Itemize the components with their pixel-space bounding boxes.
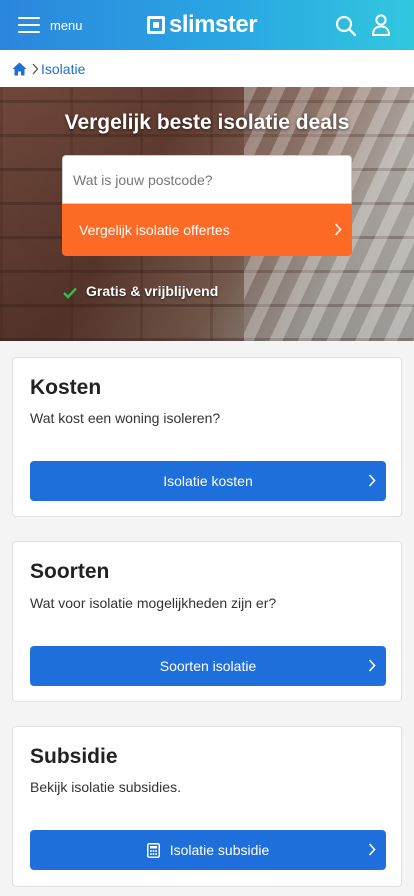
hero-section: Vergelijk beste isolatie deals Vergelijk… [0, 87, 414, 341]
button-label: Isolatie kosten [163, 473, 253, 489]
logo-text: slimster [169, 11, 258, 38]
slimster-logo[interactable]: slimster [147, 11, 258, 38]
card-soorten: Soorten Wat voor isolatie mogelijkheden … [12, 541, 402, 702]
home-icon[interactable] [12, 62, 27, 76]
breadcrumb-current[interactable]: Isolatie [41, 61, 85, 77]
compare-offers-label: Vergelijk isolatie offertes [79, 222, 230, 238]
card-description: Wat kost een woning isoleren? [30, 410, 221, 426]
menu-label: menu [50, 17, 83, 33]
chevron-right-icon [32, 63, 39, 74]
breadcrumb: Isolatie [0, 50, 414, 87]
hamburger-icon [18, 17, 40, 33]
check-icon [63, 287, 77, 299]
logo-mark-icon [147, 16, 165, 34]
free-note: Gratis & vrijblijvend [63, 283, 218, 299]
calculator-icon [146, 842, 160, 858]
button-label: Soorten isolatie [159, 658, 257, 674]
card-subsidie: Subsidie Bekijk isolatie subsidies. Isol… [12, 726, 402, 887]
isolatie-subsidie-button[interactable]: Isolatie subsidie [30, 830, 386, 870]
postcode-input[interactable] [62, 155, 352, 204]
card-title: Subsidie [30, 745, 118, 768]
search-icon[interactable] [335, 15, 357, 37]
chevron-right-icon [368, 474, 376, 487]
isolatie-kosten-button[interactable]: Isolatie kosten [30, 461, 386, 501]
menu-button[interactable]: menu [18, 14, 83, 36]
free-note-text: Gratis & vrijblijvend [86, 283, 219, 299]
card-title: Soorten [30, 560, 110, 583]
card-description: Wat voor isolatie mogelijkheden zijn er? [30, 595, 277, 611]
chevron-right-icon [368, 659, 376, 672]
button-label: Isolatie subsidie [169, 842, 270, 858]
hero-title: Vergelijk beste isolatie deals [64, 111, 350, 134]
card-description: Bekijk isolatie subsidies. [30, 779, 181, 795]
chevron-right-icon [368, 843, 376, 856]
card-kosten: Kosten Wat kost een woning isoleren? Iso… [12, 357, 402, 517]
soorten-isolatie-button[interactable]: Soorten isolatie [30, 646, 386, 686]
user-icon[interactable] [371, 14, 391, 36]
chevron-right-icon [334, 223, 342, 236]
top-header: menu slimster [0, 0, 414, 50]
compare-offers-button[interactable]: Vergelijk isolatie offertes [62, 204, 352, 256]
card-title: Kosten [30, 376, 102, 399]
